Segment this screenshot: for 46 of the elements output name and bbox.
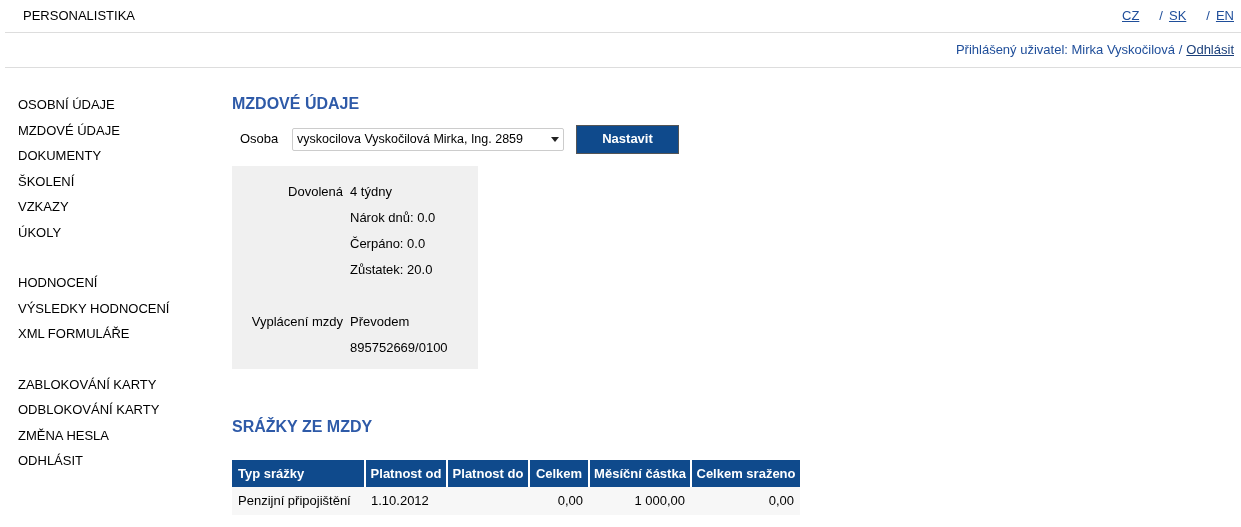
detail-value: 4 týdny bbox=[350, 183, 393, 201]
sidebar-link[interactable]: ZMĚNA HESLA bbox=[18, 422, 232, 448]
sidebar-link[interactable]: VZKAZY bbox=[18, 194, 232, 220]
sidebar-link[interactable]: XML FORMULÁŘE bbox=[18, 321, 232, 347]
column-header: Celkem sraženo bbox=[691, 460, 800, 487]
sidebar-link[interactable]: HODNOCENÍ bbox=[18, 270, 232, 296]
language-link[interactable]: SK bbox=[1168, 6, 1187, 26]
sidebar-link[interactable]: ODHLÁSIT bbox=[18, 448, 232, 474]
table-cell: 1.10.2012 bbox=[365, 487, 447, 515]
detail-value: Nárok dnů: 0.0 bbox=[350, 209, 436, 227]
set-button[interactable]: Nastavit bbox=[576, 124, 679, 154]
column-header: Typ srážky bbox=[232, 460, 365, 487]
app-title: PERSONALISTIKA bbox=[23, 7, 135, 26]
detail-value: Zůstatek: 20.0 bbox=[350, 261, 434, 279]
logout-link[interactable]: Odhlásit bbox=[1186, 40, 1234, 60]
language-separator: / bbox=[1159, 7, 1163, 26]
logged-in-user: Přihlášený uživatel: Mirka Vyskočilová / bbox=[955, 41, 1183, 60]
detail-value: 895752669/0100 bbox=[350, 339, 448, 357]
sidebar-link[interactable]: OSOBNÍ ÚDAJE bbox=[18, 92, 232, 118]
sidebar-link[interactable]: MZDOVÉ ÚDAJE bbox=[18, 117, 232, 143]
sidebar-link[interactable]: ŠKOLENÍ bbox=[18, 168, 232, 194]
sidebar-link[interactable]: ÚKOLY bbox=[18, 219, 232, 245]
language-link[interactable]: EN bbox=[1215, 6, 1234, 26]
column-header: Měsíční částka bbox=[589, 460, 691, 487]
column-header: Platnost do bbox=[447, 460, 529, 487]
section-title: MZDOVÉ ÚDAJE bbox=[232, 93, 361, 114]
dropdown-arrow-icon bbox=[551, 136, 559, 142]
detail-label: Dovolená bbox=[288, 183, 343, 201]
sidebar-link[interactable]: DOKUMENTY bbox=[18, 143, 232, 169]
sidebar-link[interactable]: ODBLOKOVÁNÍ KARTY bbox=[18, 397, 232, 423]
table-cell: 0,00 bbox=[529, 487, 589, 515]
column-header: Platnost od bbox=[365, 460, 447, 487]
language-link[interactable]: CZ bbox=[1122, 6, 1140, 26]
person-select[interactable]: vyskocilova Vyskočilová Mirka, Ing. 2859 bbox=[292, 127, 564, 151]
column-header: Celkem bbox=[529, 460, 589, 487]
table-cell: 0,00 bbox=[691, 487, 800, 515]
language-separator: / bbox=[1206, 7, 1210, 26]
field-label: Osoba bbox=[240, 130, 280, 149]
sidebar-link[interactable]: ZABLOKOVÁNÍ KARTY bbox=[18, 371, 232, 397]
detail-value: Převodem bbox=[350, 313, 411, 331]
sidebar-link[interactable]: VÝSLEDKY HODNOCENÍ bbox=[18, 295, 232, 321]
table-cell: Penzijní připojištění bbox=[232, 487, 365, 515]
detail-value: Čerpáno: 0.0 bbox=[350, 235, 427, 253]
section-title: SRÁŽKY ZE MZDY bbox=[232, 416, 374, 437]
detail-label: Vyplácení mzdy bbox=[251, 313, 343, 331]
table-cell: 1 000,00 bbox=[589, 487, 691, 515]
